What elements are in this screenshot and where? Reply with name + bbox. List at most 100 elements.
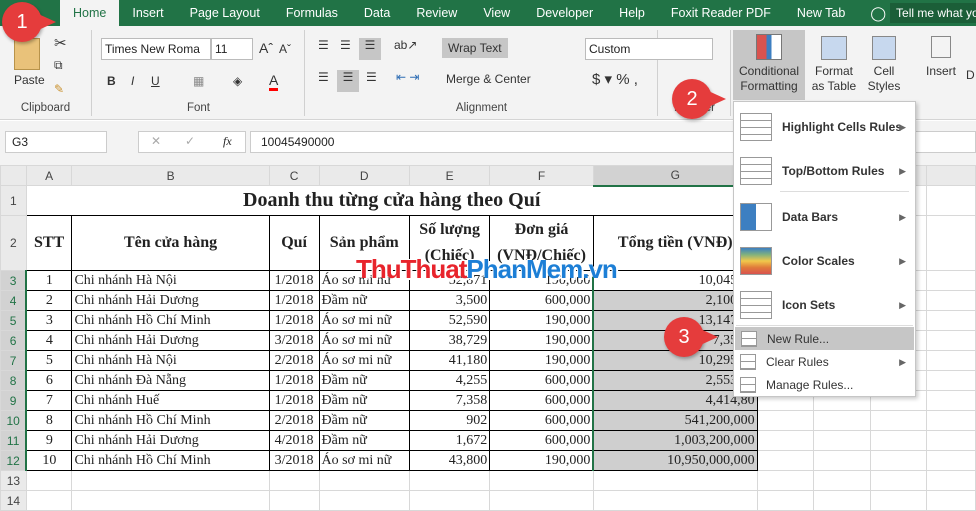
- row-header[interactable]: 13: [0, 470, 27, 491]
- number-format-select[interactable]: Custom: [585, 38, 713, 60]
- font-color-icon[interactable]: A: [269, 72, 279, 91]
- row-header[interactable]: 2: [0, 215, 27, 271]
- table-cell[interactable]: 10,950,000,000: [592, 450, 758, 471]
- table-cell[interactable]: 3: [25, 310, 73, 331]
- row-header[interactable]: 9: [0, 390, 28, 411]
- table-cell[interactable]: Đầm nữ: [318, 390, 410, 411]
- table-cell[interactable]: 4: [25, 330, 73, 351]
- table-cell[interactable]: Chi nhánh Hồ Chí Minh: [71, 310, 270, 331]
- row-header[interactable]: 12: [0, 450, 28, 471]
- cut-icon[interactable]: ✂: [54, 34, 67, 52]
- table-cell[interactable]: 2: [25, 290, 73, 311]
- row-header[interactable]: 14: [0, 490, 27, 511]
- header-cell[interactable]: Quí: [268, 215, 320, 271]
- header-cell[interactable]: Tên cửa hàng: [71, 215, 270, 271]
- table-cell[interactable]: Chi nhánh Hải Dương: [71, 430, 270, 451]
- table-cell[interactable]: Chi nhánh Hà Nội: [71, 270, 270, 291]
- table-cell[interactable]: Đầm nữ: [318, 370, 410, 391]
- tab-foxit[interactable]: Foxit Reader PDF: [658, 0, 784, 26]
- menu-highlight-cells-rules[interactable]: Highlight Cells Rules ▶: [734, 110, 915, 144]
- enter-icon[interactable]: ✓: [185, 134, 195, 148]
- orientation-icon[interactable]: ab↗: [394, 38, 417, 52]
- col-header-d[interactable]: D: [318, 165, 410, 186]
- table-cell[interactable]: 190,000: [489, 310, 594, 331]
- table-cell[interactable]: 600,000: [489, 410, 594, 431]
- align-center-icon[interactable]: ☰: [337, 70, 359, 92]
- table-cell[interactable]: 2/2018: [268, 350, 320, 371]
- table-cell[interactable]: 1,003,200,000: [592, 430, 758, 451]
- increase-font-icon[interactable]: Aˆ: [259, 40, 273, 56]
- tab-home[interactable]: Home: [60, 0, 120, 26]
- row-header[interactable]: 6: [0, 330, 28, 351]
- table-cell[interactable]: 3/2018: [268, 450, 320, 471]
- table-cell[interactable]: 43,800: [408, 450, 491, 471]
- header-cell[interactable]: STT: [25, 215, 73, 271]
- col-header-a[interactable]: A: [25, 165, 73, 186]
- table-cell[interactable]: 600,000: [489, 430, 594, 451]
- currency-icon[interactable]: $ ▾ % ,: [592, 70, 638, 88]
- table-cell[interactable]: 1/2018: [268, 370, 320, 391]
- col-header-e[interactable]: E: [408, 165, 491, 186]
- row-header[interactable]: 8: [0, 370, 28, 391]
- table-cell[interactable]: 1: [25, 270, 73, 291]
- table-cell[interactable]: 6: [25, 370, 73, 391]
- font-name-select[interactable]: Times New Roma: [101, 38, 211, 60]
- tab-review[interactable]: Review: [403, 0, 470, 26]
- fill-color-icon[interactable]: ◈: [233, 74, 242, 88]
- table-cell[interactable]: 902: [408, 410, 491, 431]
- table-cell[interactable]: 1/2018: [268, 270, 320, 291]
- menu-new-rule[interactable]: New Rule...: [735, 327, 914, 350]
- format-painter-icon[interactable]: ✎: [54, 82, 64, 96]
- tab-data[interactable]: Data: [351, 0, 403, 26]
- underline-button[interactable]: U: [151, 74, 160, 88]
- tell-me-input[interactable]: Tell me what you want to do: [890, 3, 976, 23]
- col-header-c[interactable]: C: [268, 165, 320, 186]
- bottom-align-icon[interactable]: ☰: [359, 38, 381, 60]
- top-align-icon[interactable]: ☰: [318, 38, 329, 52]
- table-cell[interactable]: Chi nhánh Huế: [71, 390, 270, 411]
- tab-insert[interactable]: Insert: [119, 0, 176, 26]
- table-cell[interactable]: Chi nhánh Hải Dương: [71, 330, 270, 351]
- tab-new-tab[interactable]: New Tab: [784, 0, 858, 26]
- copy-icon[interactable]: ⧉: [54, 58, 63, 73]
- table-cell[interactable]: Áo sơ mi nữ: [318, 350, 410, 371]
- table-cell[interactable]: 3,500: [408, 290, 491, 311]
- menu-color-scales[interactable]: Color Scales ▶: [734, 244, 915, 278]
- row-header[interactable]: 7: [0, 350, 28, 371]
- italic-button[interactable]: I: [131, 74, 134, 88]
- table-cell[interactable]: 1,672: [408, 430, 491, 451]
- col-header-b[interactable]: B: [71, 165, 270, 186]
- paste-button[interactable]: Paste: [14, 73, 45, 87]
- table-cell[interactable]: Chi nhánh Hồ Chí Minh: [71, 450, 270, 471]
- table-cell[interactable]: 4,255: [408, 370, 491, 391]
- table-cell[interactable]: 7,358: [408, 390, 491, 411]
- table-cell[interactable]: 3/2018: [268, 330, 320, 351]
- table-cell[interactable]: 1/2018: [268, 290, 320, 311]
- indent-icons[interactable]: ⇤ ⇥: [396, 70, 419, 84]
- delete-cells-button[interactable]: D: [966, 68, 975, 82]
- cell-styles-button[interactable]: Cell Styles: [864, 36, 904, 94]
- col-header-f[interactable]: F: [489, 165, 594, 186]
- table-cell[interactable]: 4/2018: [268, 430, 320, 451]
- name-box[interactable]: G3: [5, 131, 107, 153]
- table-cell[interactable]: Đầm nữ: [318, 430, 410, 451]
- font-size-select[interactable]: 11: [211, 38, 253, 60]
- middle-align-icon[interactable]: ☰: [340, 38, 351, 52]
- table-cell[interactable]: 190,000: [489, 450, 594, 471]
- conditional-formatting-button[interactable]: Conditional Formatting: [733, 30, 805, 100]
- row-header[interactable]: 11: [0, 430, 28, 451]
- menu-top-bottom-rules[interactable]: Top/Bottom Rules ▶: [734, 154, 915, 188]
- row-header[interactable]: 5: [0, 310, 28, 331]
- table-cell[interactable]: 1/2018: [268, 390, 320, 411]
- table-cell[interactable]: 41,180: [408, 350, 491, 371]
- table-cell[interactable]: 600,000: [489, 370, 594, 391]
- borders-icon[interactable]: ▦: [193, 74, 204, 88]
- merge-center-button[interactable]: Merge & Center: [446, 72, 531, 86]
- select-all[interactable]: [0, 165, 27, 186]
- table-cell[interactable]: Chi nhánh Hồ Chí Minh: [71, 410, 270, 431]
- row-header[interactable]: 4: [0, 290, 28, 311]
- bold-button[interactable]: B: [107, 74, 116, 88]
- table-cell[interactable]: 8: [25, 410, 73, 431]
- insert-cells-button[interactable]: Insert: [920, 36, 962, 78]
- fx-icon[interactable]: fx: [223, 134, 232, 149]
